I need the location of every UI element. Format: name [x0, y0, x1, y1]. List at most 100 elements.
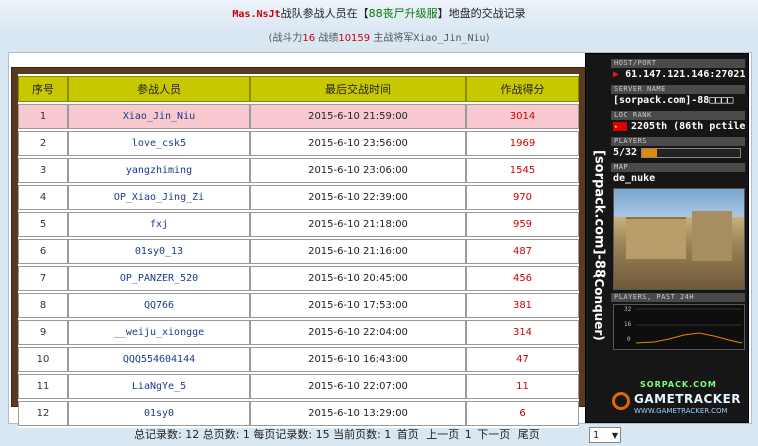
cell-time: 2015-6-10 21:18:00 — [250, 212, 466, 237]
cell-player-name[interactable]: fxj — [68, 212, 250, 237]
gametracker-logo[interactable]: SORPACK.COM GAMETRACKER WWW.GAMETRACKER.… — [568, 380, 750, 424]
players-bar — [641, 148, 742, 158]
cell-score: 959 — [466, 212, 579, 237]
cell-score: 3014 — [466, 104, 579, 129]
table-row: 10 QQQ554604144 2015-6-10 16:43:00 47 — [18, 347, 579, 372]
map-image — [613, 188, 745, 290]
cell-score: 381 — [466, 293, 579, 318]
title-text-pre: 战队参战人员在【 — [280, 7, 369, 20]
table-row: 12 01sy0 2015-6-10 13:29:00 6 — [18, 401, 579, 426]
summary-open: (战斗力 — [268, 33, 303, 44]
tracker-side-sub-wrap: (Conquer) — [588, 240, 610, 374]
chart-label: PLAYERS, PAST 24H — [611, 293, 745, 302]
cell-score: 314 — [466, 320, 579, 345]
cell-no: 1 — [18, 104, 68, 129]
table-row: 6 01sy0_13 2015-6-10 21:16:00 487 — [18, 239, 579, 264]
pagination-summary: 总记录数: 12 总页数: 1 每页记录数: 15 当前页数: 1 — [134, 428, 392, 441]
cell-time: 2015-6-10 22:07:00 — [250, 374, 466, 399]
cell-time: 2015-6-10 16:43:00 — [250, 347, 466, 372]
cell-score: 456 — [466, 266, 579, 291]
sorpack-label: SORPACK.COM — [640, 380, 717, 389]
summary-close: ) — [485, 33, 490, 44]
cell-player-name[interactable]: 01sy0 — [68, 401, 250, 426]
next-page-link[interactable]: 下一页 — [477, 428, 510, 441]
cell-time: 2015-6-10 21:16:00 — [250, 239, 466, 264]
cell-time: 2015-6-10 22:04:00 — [250, 320, 466, 345]
general-label: 主战将军 — [370, 33, 414, 44]
cell-no: 6 — [18, 239, 68, 264]
cell-player-name[interactable]: QQQ554604144 — [68, 347, 250, 372]
cell-player-name[interactable]: yangzhiming — [68, 158, 250, 183]
china-flag-icon — [613, 120, 627, 134]
page-title: Mas.NsJt战队参战人员在【88丧尸升级服】地盘的交战记录 — [0, 0, 758, 28]
cell-time: 2015-6-10 21:59:00 — [250, 104, 466, 129]
cell-time: 2015-6-10 13:29:00 — [250, 401, 466, 426]
players-bar-fill — [642, 149, 658, 157]
page-select[interactable]: 1 ▼ — [589, 427, 621, 443]
header-no: 序号 — [18, 76, 68, 102]
cell-player-name[interactable]: Xiao_Jin_Niu — [68, 104, 250, 129]
cell-score: 487 — [466, 239, 579, 264]
cs-icon: ▶ — [613, 69, 620, 80]
server-label: SERVER NAME — [611, 85, 745, 94]
table-row: 9 __weiju_xiongge 2015-6-10 22:04:00 314 — [18, 320, 579, 345]
first-page-link[interactable]: 首页 — [397, 428, 419, 441]
cell-player-name[interactable]: OP_Xiao_Jing_Zi — [68, 185, 250, 210]
cell-player-name[interactable]: 01sy0_13 — [68, 239, 250, 264]
players-chart: 32 16 0 — [613, 304, 745, 350]
title-text-post: 】地盘的交战记录 — [437, 7, 526, 20]
records-board: 序号 参战人员 最后交战时间 作战得分 1 Xiao_Jin_Niu 2015-6-… — [11, 67, 586, 428]
cell-no: 3 — [18, 158, 68, 183]
rank-text: 2205th (86th pctile) — [631, 121, 745, 132]
cell-score: 11 — [466, 374, 579, 399]
records-table: 序号 参战人员 最后交战时间 作战得分 1 Xiao_Jin_Niu 2015-6-… — [18, 74, 579, 428]
gametracker-brand: GAMETRACKER — [634, 392, 742, 406]
table-header-row: 序号 参战人员 最后交战时间 作战得分 — [18, 76, 579, 102]
cell-time: 2015-6-10 23:56:00 — [250, 131, 466, 156]
wins-value: 10159 — [338, 33, 371, 44]
cell-no: 5 — [18, 212, 68, 237]
cell-player-name[interactable]: LiaNgYe_5 — [68, 374, 250, 399]
wins-label: 战绩 — [315, 33, 339, 44]
cell-player-name[interactable]: QQ766 — [68, 293, 250, 318]
team-name: Mas.NsJt — [232, 9, 281, 20]
table-row: 5 fxj 2015-6-10 21:18:00 959 — [18, 212, 579, 237]
cell-player-name[interactable]: __weiju_xiongge — [68, 320, 250, 345]
rank-value: 2205th (86th pctile) — [611, 120, 745, 134]
cell-no: 7 — [18, 266, 68, 291]
gametracker-widget[interactable]: [sorpack.com]-88 (Conquer) HOST/PORT ▶ 6… — [585, 53, 749, 423]
cell-time: 2015-6-10 20:45:00 — [250, 266, 466, 291]
map-value: de_nuke — [613, 173, 656, 184]
page-select-value: 1 — [593, 430, 600, 441]
cell-time: 2015-6-10 22:39:00 — [250, 185, 466, 210]
server-name[interactable]: 88丧尸升级服 — [369, 7, 438, 20]
table-row: 11 LiaNgYe_5 2015-6-10 22:07:00 11 — [18, 374, 579, 399]
combat-power: 16 — [302, 33, 316, 44]
table-row: 4 OP_Xiao_Jing_Zi 2015-6-10 22:39:00 970 — [18, 185, 579, 210]
cell-score: 1969 — [466, 131, 579, 156]
cell-player-name[interactable]: OP_PANZER_520 — [68, 266, 250, 291]
host-address: 61.147.121.146:27021 — [625, 69, 745, 80]
cell-no: 4 — [18, 185, 68, 210]
chart-line — [635, 308, 743, 344]
cell-player-name[interactable]: love_csk5 — [68, 131, 250, 156]
cell-no: 2 — [18, 131, 68, 156]
prev-page-link[interactable]: 上一页 — [426, 428, 459, 441]
pagination-bar: 总记录数: 12 总页数: 1 每页记录数: 15 当前页数: 1 首页 上一页… — [0, 424, 758, 446]
map-label: MAP — [611, 163, 745, 172]
gametracker-url: WWW.GAMETRACKER.COM — [634, 407, 728, 415]
tracker-details: HOST/PORT ▶ 61.147.121.146:27021 SERVER … — [611, 56, 745, 352]
table-row: 8 QQ766 2015-6-10 17:53:00 381 — [18, 293, 579, 318]
team-summary: (战斗力16 战绩10159 主战将军Xiao_Jin_Niu) — [0, 30, 758, 48]
cell-no: 9 — [18, 320, 68, 345]
header-time: 最后交战时间 — [250, 76, 466, 102]
header-player: 参战人员 — [68, 76, 250, 102]
cell-time: 2015-6-10 17:53:00 — [250, 293, 466, 318]
host-label: HOST/PORT — [611, 59, 745, 68]
cell-no: 8 — [18, 293, 68, 318]
cell-no: 10 — [18, 347, 68, 372]
last-page-link[interactable]: 尾页 — [518, 428, 540, 441]
chevron-down-icon: ▼ — [611, 431, 618, 440]
table-row: 2 love_csk5 2015-6-10 23:56:00 1969 — [18, 131, 579, 156]
table-row: 3 yangzhiming 2015-6-10 23:06:00 1545 — [18, 158, 579, 183]
